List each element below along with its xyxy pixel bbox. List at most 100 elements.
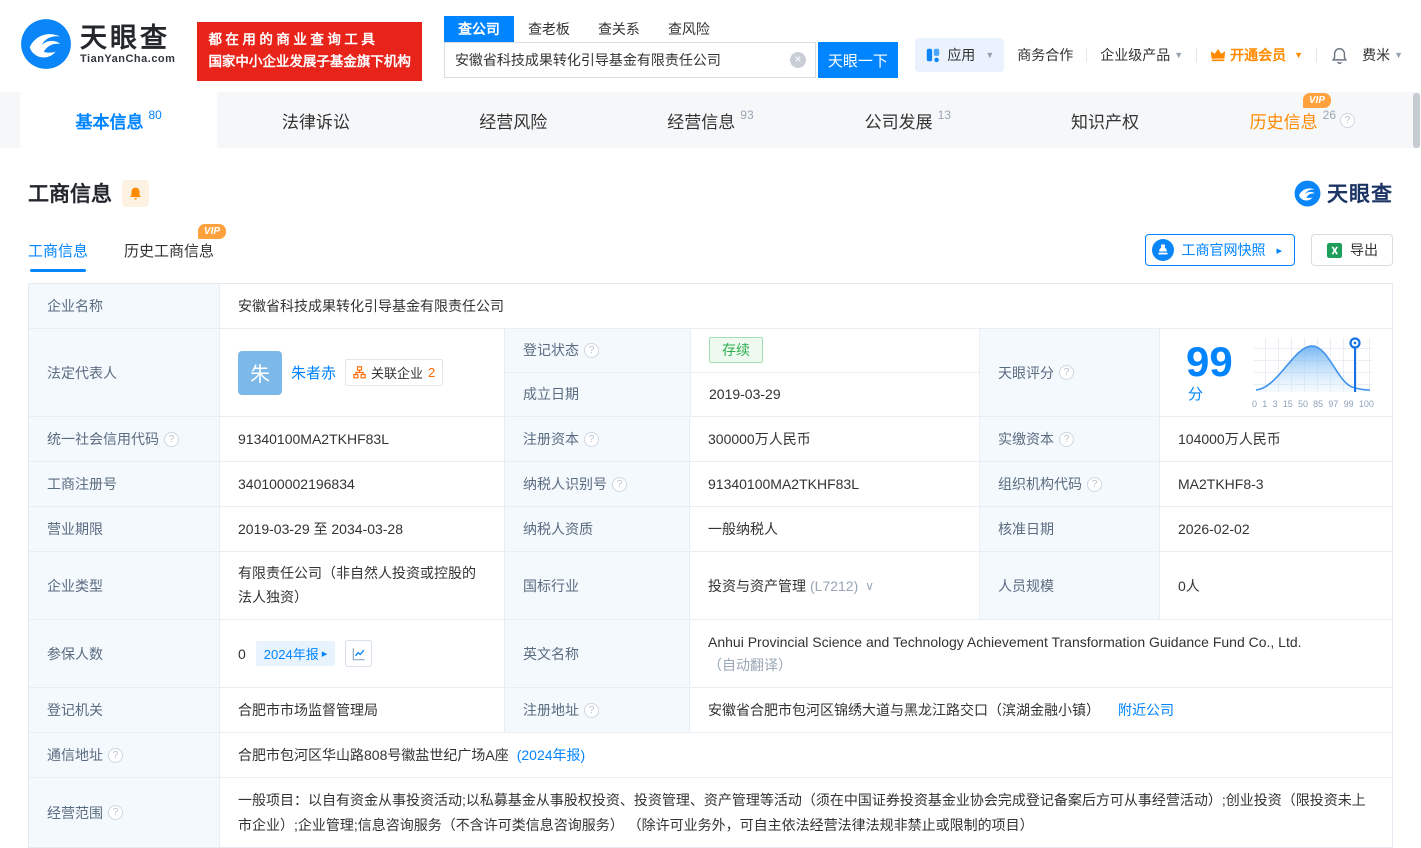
annual-report-badge[interactable]: 2024年报 ▸ (255, 641, 336, 666)
nav-user[interactable]: 费米 ▼ (1362, 45, 1403, 65)
related-companies-badge[interactable]: 关联企业 2 (345, 359, 444, 386)
search-input-box: × (443, 42, 816, 78)
tianyan-score-cell: 99分 0 1 3 15 50 85 97 99 100 (1159, 329, 1392, 416)
legal-rep-link[interactable]: 朱者赤 (291, 362, 336, 383)
field-value: 340100002196834 (219, 462, 504, 506)
field-label: 组织机构代码 (979, 462, 1159, 506)
field-label: 核准日期 (979, 507, 1159, 551)
nav-business-cooperation[interactable]: 商务合作 (1017, 45, 1073, 65)
tab-basic-info[interactable]: 基本信息 80 (20, 92, 218, 148)
field-value: 300000万人民币 (689, 417, 979, 461)
field-label: 工商注册号 (29, 462, 219, 506)
logo-text: 天眼查 TianYanCha.com (80, 23, 175, 65)
row-registration-number: 工商注册号 340100002196834 纳税人识别号 91340100MA2… (29, 462, 1392, 507)
search-tab-relation[interactable]: 查关系 (584, 16, 654, 42)
row-legal-representative: 法定代表人 朱 朱者赤 关联企业 2 登记状态 ? 存续 成立日期 2019-0… (29, 329, 1392, 417)
chevron-down-icon[interactable]: ∨ (865, 579, 874, 593)
section-title: 工商信息 (28, 183, 112, 206)
row-credit-code: 统一社会信用代码 91340100MA2TKHF83L 注册资本 300000万… (29, 417, 1392, 462)
help-icon[interactable] (1059, 431, 1074, 447)
field-label: 统一社会信用代码 (29, 417, 219, 461)
promo-banner: 都在用的商业查询工具 国家中小企业发展子基金旗下机构 (197, 22, 422, 81)
score-distribution-chart: 0 1 3 15 50 85 97 99 100 (1252, 336, 1374, 409)
search-input[interactable] (444, 52, 815, 68)
search-tab-risk[interactable]: 查风险 (654, 16, 724, 42)
clear-icon[interactable]: × (789, 52, 806, 68)
field-value: 0人 (1159, 552, 1392, 619)
help-icon[interactable] (612, 476, 627, 492)
field-label: 纳税人资质 (504, 507, 689, 551)
tab-operation-risk[interactable]: 经营风险 (415, 92, 612, 148)
scrollbar-thumb[interactable] (1413, 93, 1420, 148)
help-icon[interactable] (1087, 476, 1102, 492)
divider (1086, 48, 1088, 62)
field-label: 成立日期 (505, 372, 690, 416)
search-row: × 天眼一下 (443, 42, 898, 78)
field-label: 通信地址 (29, 733, 219, 777)
insured-trend-icon[interactable] (345, 640, 373, 667)
row-company-name: 企业名称 安徽省科技成果转化引导基金有限责任公司 (29, 284, 1392, 329)
tab-company-development[interactable]: 公司发展 13 (809, 92, 1006, 148)
field-label: 登记机关 (29, 688, 219, 732)
nav-enterprise-products[interactable]: 企业级产品 ▼ (1100, 45, 1183, 65)
page: 天眼查 TianYanCha.com 都在用的商业查询工具 国家中小企业发展子基… (0, 0, 1421, 848)
search-tab-company[interactable]: 查公司 (443, 16, 514, 42)
subscribe-bell-icon[interactable] (122, 179, 149, 207)
field-label: 纳税人识别号 (504, 462, 689, 506)
apps-menu[interactable]: 应用 ▼ (915, 38, 1005, 72)
field-label: 经营范围 (29, 778, 219, 847)
watermark-logo: 天眼查 (1294, 178, 1393, 208)
notification-bell-icon[interactable] (1330, 46, 1349, 65)
field-value: 有限责任公司（非自然人投资或控股的法人独资） (219, 552, 504, 619)
top-header: 天眼查 TianYanCha.com 都在用的商业查询工具 国家中小企业发展子基… (0, 0, 1421, 92)
help-icon[interactable] (108, 805, 123, 820)
tab-legal-litigation[interactable]: 法律诉讼 (217, 92, 414, 148)
nearby-companies-link[interactable]: 附近公司 (1118, 700, 1174, 720)
field-label: 营业期限 (29, 507, 219, 551)
tab-history-info[interactable]: VIP 历史信息 26 (1204, 92, 1401, 148)
tianyancha-logo-icon (21, 19, 71, 69)
sub-tab-row: 工商信息 VIP 历史工商信息 工商官网快照 ▸ 导出 (28, 223, 1393, 272)
legal-rep-cell: 朱 朱者赤 关联企业 2 (219, 329, 504, 416)
help-icon[interactable] (1340, 112, 1355, 128)
field-value: 2019-03-29 至 2034-03-28 (219, 507, 504, 551)
org-chart-icon (353, 366, 366, 379)
field-value: 存续 (690, 329, 980, 372)
watermark-logo-icon (1294, 180, 1321, 206)
subtab-history-business-info[interactable]: VIP 历史工商信息 (124, 223, 227, 261)
export-button[interactable]: 导出 (1311, 234, 1393, 266)
promo-line1: 都在用的商业查询工具 (208, 32, 379, 47)
help-icon[interactable] (108, 747, 123, 763)
search-tab-boss[interactable]: 查老板 (514, 16, 584, 42)
help-icon[interactable] (164, 431, 179, 447)
section-actions: 工商官网快照 ▸ 导出 (1145, 234, 1393, 266)
field-label: 法定代表人 (29, 329, 219, 416)
tianyancha-logo[interactable]: 天眼查 TianYanCha.com (20, 18, 175, 70)
main-content: 工商信息 天眼查 工商信息 VIP 历史工商信息 工商官网快照 ▸ 导出 企业名… (0, 148, 1421, 848)
nav-open-vip[interactable]: 开通会员 ▼ (1210, 45, 1303, 65)
field-value: 安徽省科技成果转化引导基金有限责任公司 (219, 284, 1392, 328)
subtab-business-info[interactable]: 工商信息 (28, 240, 88, 272)
help-icon[interactable] (584, 702, 599, 718)
logo-brand: 天眼查 (80, 23, 170, 53)
annual-report-link[interactable]: (2024年报) (517, 745, 585, 765)
business-info-table: 企业名称 安徽省科技成果转化引导基金有限责任公司 法定代表人 朱 朱者赤 关联企… (28, 283, 1393, 848)
field-value: 91340100MA2TKHF83L (219, 417, 504, 461)
help-icon[interactable] (1059, 365, 1074, 380)
official-snapshot-button[interactable]: 工商官网快照 ▸ (1145, 234, 1295, 266)
apps-grid-icon (927, 48, 940, 63)
field-label: 注册资本 (504, 417, 689, 461)
score-value: 99分 (1186, 338, 1233, 404)
avatar[interactable]: 朱 (238, 350, 282, 395)
help-icon[interactable] (584, 342, 599, 358)
tab-intellectual-property[interactable]: 知识产权 (1006, 92, 1203, 148)
search-button[interactable]: 天眼一下 (817, 42, 898, 78)
row-insured-count: 参保人数 0 2024年报 ▸ 英文名称 Anhui Provincial Sci… (29, 620, 1392, 688)
field-label: 企业名称 (29, 284, 219, 328)
field-label: 英文名称 (504, 620, 689, 687)
score-axis-labels: 0 1 3 15 50 85 97 99 100 (1252, 399, 1374, 409)
promo-line2: 国家中小企业发展子基金旗下机构 (208, 54, 411, 70)
tab-operation-info[interactable]: 经营信息 93 (612, 92, 809, 148)
excel-icon (1326, 242, 1343, 258)
help-icon[interactable] (584, 431, 599, 447)
